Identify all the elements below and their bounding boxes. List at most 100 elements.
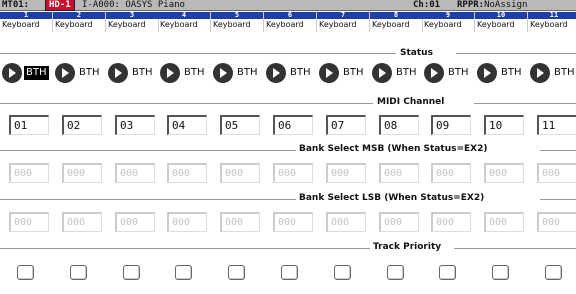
track-priority-checkbox-11[interactable] bbox=[545, 265, 562, 280]
status-value[interactable]: BTH bbox=[235, 66, 260, 80]
play-arrow-icon[interactable] bbox=[160, 63, 180, 83]
tab-track-5[interactable]: 5 Keyboard bbox=[211, 12, 264, 32]
tab-track-1[interactable]: 1 Keyboard bbox=[0, 12, 53, 32]
status-value[interactable]: BTH bbox=[446, 66, 471, 80]
tab-track-8[interactable]: 8 Keyboard bbox=[370, 12, 423, 32]
bank-msb-field-track-5[interactable]: 000 bbox=[220, 163, 260, 183]
status-value[interactable]: BTH bbox=[77, 66, 102, 80]
midi-channel-field-track-1[interactable]: 01 bbox=[9, 115, 49, 135]
midi-channel-field-track-2[interactable]: 02 bbox=[62, 115, 102, 135]
track-priority-checkbox-8[interactable] bbox=[387, 265, 404, 280]
tab-label: Keyboard bbox=[266, 20, 304, 29]
midi-channel-field-track-4[interactable]: 04 bbox=[167, 115, 207, 135]
channel-indicator: Ch:01 bbox=[413, 0, 441, 10]
bank-msb-field-track-9[interactable]: 000 bbox=[431, 163, 471, 183]
track-priority-checkbox-9[interactable] bbox=[439, 265, 456, 280]
bank-msb-field-track-2[interactable]: 000 bbox=[62, 163, 102, 183]
tab-track-2[interactable]: 2 Keyboard bbox=[53, 12, 106, 32]
bank-msb-field-track-1[interactable]: 000 bbox=[9, 163, 49, 183]
section-title-bank-msb: Bank Select MSB (When Status=EX2) bbox=[296, 144, 491, 154]
tab-track-6[interactable]: 6 Keyboard bbox=[264, 12, 317, 32]
play-arrow-icon[interactable] bbox=[530, 63, 550, 83]
track-priority-checkbox-7[interactable] bbox=[334, 265, 351, 280]
status-value[interactable]: BTH bbox=[182, 66, 207, 80]
play-arrow-icon[interactable] bbox=[55, 63, 75, 83]
play-arrow-icon[interactable] bbox=[372, 63, 392, 83]
tab-track-10[interactable]: 10 Keyboard bbox=[475, 12, 528, 32]
status-control-track-2[interactable]: BTH bbox=[55, 63, 105, 83]
status-value[interactable]: BTH bbox=[394, 66, 419, 80]
track-priority-checkbox-2[interactable] bbox=[70, 265, 87, 280]
bank-lsb-field-track-5[interactable]: 000 bbox=[220, 212, 260, 232]
play-arrow-icon[interactable] bbox=[319, 63, 339, 83]
midi-channel-field-track-11[interactable]: 11 bbox=[537, 115, 576, 135]
bank-lsb-field-track-8[interactable]: 000 bbox=[379, 212, 419, 232]
status-control-track-3[interactable]: BTH bbox=[108, 63, 158, 83]
bank-lsb-field-track-4[interactable]: 000 bbox=[167, 212, 207, 232]
bank-lsb-field-track-9[interactable]: 000 bbox=[431, 212, 471, 232]
bank-msb-field-track-10[interactable]: 000 bbox=[484, 163, 524, 183]
bank-lsb-field-track-10[interactable]: 000 bbox=[484, 212, 524, 232]
midi-channel-field-track-5[interactable]: 05 bbox=[220, 115, 260, 135]
tab-track-4[interactable]: 4 Keyboard bbox=[158, 12, 211, 32]
status-value[interactable]: BTH bbox=[552, 66, 576, 80]
tab-number: 3 bbox=[106, 12, 158, 19]
status-value[interactable]: BTH bbox=[24, 66, 49, 80]
play-arrow-icon[interactable] bbox=[477, 63, 497, 83]
status-value[interactable]: BTH bbox=[499, 66, 524, 80]
bank-msb-field-track-11[interactable]: 000 bbox=[537, 163, 576, 183]
bank-lsb-field-track-1[interactable]: 000 bbox=[9, 212, 49, 232]
play-arrow-icon[interactable] bbox=[2, 63, 22, 83]
status-control-track-1[interactable]: BTH bbox=[2, 63, 52, 83]
bank-lsb-field-track-7[interactable]: 000 bbox=[326, 212, 366, 232]
play-arrow-icon[interactable] bbox=[266, 63, 286, 83]
status-control-track-9[interactable]: BTH bbox=[424, 63, 474, 83]
status-value[interactable]: BTH bbox=[288, 66, 313, 80]
play-arrow-icon[interactable] bbox=[213, 63, 233, 83]
bank-msb-field-track-4[interactable]: 000 bbox=[167, 163, 207, 183]
bank-msb-field-track-8[interactable]: 000 bbox=[379, 163, 419, 183]
status-control-track-8[interactable]: BTH bbox=[372, 63, 422, 83]
bank-msb-field-track-6[interactable]: 000 bbox=[273, 163, 313, 183]
midi-channel-field-track-9[interactable]: 09 bbox=[431, 115, 471, 135]
status-control-track-10[interactable]: BTH bbox=[477, 63, 527, 83]
rppr-indicator: RPPR:NoAssign bbox=[457, 0, 527, 11]
status-control-track-4[interactable]: BTH bbox=[160, 63, 210, 83]
status-value[interactable]: BTH bbox=[130, 66, 155, 80]
midi-channel-field-track-3[interactable]: 03 bbox=[115, 115, 155, 135]
track-priority-checkbox-6[interactable] bbox=[281, 265, 298, 280]
tab-track-9[interactable]: 9 Keyboard bbox=[422, 12, 475, 32]
tab-track-11[interactable]: 11 Keyboard bbox=[528, 12, 576, 32]
bank-msb-field-track-7[interactable]: 000 bbox=[326, 163, 366, 183]
program-name[interactable]: I-A000: OASYS Piano bbox=[82, 0, 185, 11]
play-arrow-icon[interactable] bbox=[108, 63, 128, 83]
tab-track-3[interactable]: 3 Keyboard bbox=[106, 12, 159, 32]
tab-label: Keyboard bbox=[55, 20, 93, 29]
tab-track-7[interactable]: 7 Keyboard bbox=[317, 12, 370, 32]
track-priority-checkbox-3[interactable] bbox=[123, 265, 140, 280]
tab-label: Keyboard bbox=[477, 20, 515, 29]
midi-channel-field-track-6[interactable]: 06 bbox=[273, 115, 313, 135]
tab-number: 11 bbox=[528, 12, 576, 19]
bank-lsb-field-track-2[interactable]: 000 bbox=[62, 212, 102, 232]
midi-channel-field-track-7[interactable]: 07 bbox=[326, 115, 366, 135]
bank-lsb-field-track-3[interactable]: 000 bbox=[115, 212, 155, 232]
status-control-track-11[interactable]: BTH bbox=[530, 63, 576, 83]
track-priority-checkbox-1[interactable] bbox=[17, 265, 34, 280]
status-control-track-7[interactable]: BTH bbox=[319, 63, 369, 83]
track-priority-checkbox-4[interactable] bbox=[175, 265, 192, 280]
track-priority-checkbox-5[interactable] bbox=[228, 265, 245, 280]
tab-label: Keyboard bbox=[372, 20, 410, 29]
bank-badge[interactable]: HD-1 bbox=[45, 0, 75, 11]
bank-msb-field-track-3[interactable]: 000 bbox=[115, 163, 155, 183]
midi-channel-field-track-10[interactable]: 10 bbox=[484, 115, 524, 135]
bank-lsb-field-track-11[interactable]: 000 bbox=[537, 212, 576, 232]
track-priority-checkbox-10[interactable] bbox=[492, 265, 509, 280]
status-control-track-5[interactable]: BTH bbox=[213, 63, 263, 83]
play-arrow-icon[interactable] bbox=[424, 63, 444, 83]
status-control-track-6[interactable]: BTH bbox=[266, 63, 316, 83]
midi-channel-field-track-8[interactable]: 08 bbox=[379, 115, 419, 135]
bank-lsb-field-track-6[interactable]: 000 bbox=[273, 212, 313, 232]
tab-number: 6 bbox=[264, 12, 316, 19]
status-value[interactable]: BTH bbox=[341, 66, 366, 80]
